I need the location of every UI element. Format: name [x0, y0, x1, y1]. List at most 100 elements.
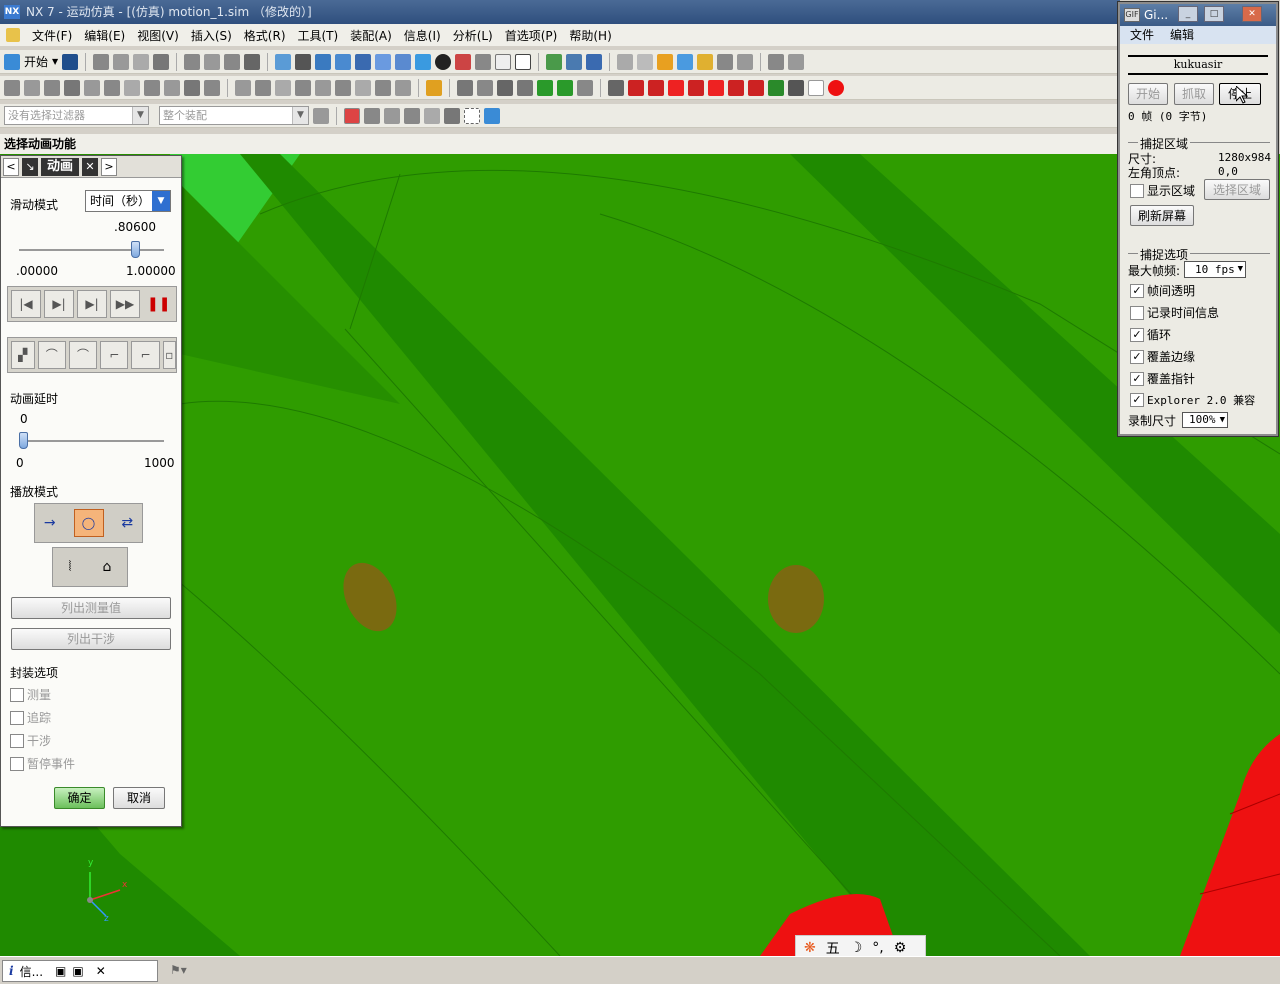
- menu-tools[interactable]: 工具(T): [298, 27, 339, 44]
- joint-icon[interactable]: [84, 79, 100, 96]
- restore-icon[interactable]: ▣: [55, 964, 66, 978]
- save-icon[interactable]: [62, 53, 79, 70]
- step-next-icon[interactable]: [688, 79, 704, 96]
- option-cover-cursor[interactable]: ✓ 覆盖指针: [1130, 370, 1195, 387]
- play-forward-icon[interactable]: ▶|: [77, 290, 107, 318]
- redo-icon[interactable]: [204, 53, 221, 70]
- fast-forward-icon[interactable]: [708, 79, 724, 96]
- trace-envelope-icon[interactable]: ⌂: [103, 559, 112, 575]
- export-icon[interactable]: [497, 79, 513, 96]
- delay-slider-thumb[interactable]: [19, 432, 28, 449]
- chevron-down-icon[interactable]: ▼: [1220, 413, 1225, 427]
- option-loop[interactable]: ✓ 循环: [1130, 326, 1171, 343]
- menu-info[interactable]: 信息(I): [404, 27, 441, 44]
- start-icon[interactable]: [4, 53, 20, 70]
- punctuation-icon[interactable]: °,: [872, 940, 883, 956]
- force-icon[interactable]: [235, 79, 251, 96]
- render-style-icon[interactable]: [435, 53, 452, 70]
- chevron-down-icon[interactable]: ▼: [132, 107, 148, 124]
- time-slider-thumb[interactable]: [131, 241, 141, 258]
- checkbox-checked[interactable]: ✓: [1130, 371, 1144, 386]
- visible-icon[interactable]: [586, 53, 603, 70]
- cancel-button[interactable]: 取消: [113, 787, 165, 809]
- spring-icon[interactable]: [124, 79, 140, 96]
- close-icon[interactable]: ✕: [96, 964, 106, 978]
- ime-mode[interactable]: 五: [826, 938, 840, 958]
- wireframe-icon[interactable]: [475, 53, 492, 70]
- chevron-down-icon[interactable]: ▼: [1238, 262, 1243, 277]
- measure-distance-icon[interactable]: [768, 53, 785, 70]
- view-cube-icon[interactable]: [415, 53, 432, 70]
- play-once-icon[interactable]: →: [44, 515, 56, 531]
- stop-icon[interactable]: [748, 79, 764, 96]
- move-layer-icon[interactable]: [566, 53, 583, 70]
- checkbox[interactable]: [10, 710, 24, 725]
- clear-icon[interactable]: [737, 53, 754, 70]
- chevron-down-icon[interactable]: ▼: [292, 107, 308, 124]
- record-size-select[interactable]: 100% ▼: [1182, 412, 1228, 428]
- show-area-option[interactable]: 显示区域: [1130, 182, 1195, 199]
- start-button[interactable]: 开始: [24, 53, 48, 70]
- reset-icon[interactable]: |◀: [11, 290, 41, 318]
- checkbox-checked[interactable]: ✓: [1130, 349, 1144, 364]
- light-icon[interactable]: [657, 53, 674, 70]
- menu-analysis[interactable]: 分析(L): [453, 27, 493, 44]
- ok-button[interactable]: 确定: [54, 787, 105, 809]
- emit-icon[interactable]: [677, 53, 694, 70]
- select-area-button[interactable]: 选择区域: [1204, 179, 1270, 200]
- snap-point-icon[interactable]: [617, 53, 634, 70]
- delete-icon[interactable]: [153, 53, 170, 70]
- graph-icon[interactable]: [477, 79, 493, 96]
- close-icon[interactable]: ✕: [1242, 6, 1262, 22]
- white-background-icon[interactable]: [515, 53, 532, 70]
- 3d-cube-icon[interactable]: [484, 107, 500, 124]
- filter-icon[interactable]: [717, 53, 734, 70]
- snap-end-icon[interactable]: [637, 53, 654, 70]
- bushing-icon[interactable]: [164, 79, 180, 96]
- export-icon[interactable]: ⌐: [131, 341, 160, 369]
- checkbox-checked[interactable]: ✓: [1130, 327, 1144, 342]
- play-icon[interactable]: [668, 79, 684, 96]
- explode-icon[interactable]: ⌒: [68, 341, 98, 369]
- loop-icon[interactable]: [577, 79, 593, 96]
- menu-view[interactable]: 视图(V): [137, 27, 179, 44]
- option-cover-border[interactable]: ✓ 覆盖边缘: [1130, 348, 1195, 365]
- trace-icon[interactable]: ⌒: [37, 341, 66, 369]
- stop-model-icon[interactable]: [517, 79, 533, 96]
- option-frame-transparency[interactable]: ✓ 帧间透明: [1130, 282, 1195, 299]
- option-interference[interactable]: 干涉: [10, 732, 51, 749]
- paste-icon[interactable]: [133, 53, 150, 70]
- graphics-viewport[interactable]: y x z: [0, 154, 1280, 956]
- master-model-icon[interactable]: [24, 79, 40, 96]
- function-icon[interactable]: [44, 79, 60, 96]
- info-window-tab[interactable]: i 信... ▣ ▣ ✕: [2, 960, 158, 982]
- record-motion-icon[interactable]: ⌐: [100, 341, 129, 369]
- camera-icon[interactable]: [395, 53, 412, 70]
- rectangle-select-icon[interactable]: [464, 107, 480, 124]
- checkbox[interactable]: [10, 756, 24, 771]
- chevron-down-icon[interactable]: ▼: [152, 191, 170, 211]
- select-feature-icon[interactable]: [404, 107, 420, 124]
- option-pause-event[interactable]: 暂停事件: [10, 755, 75, 772]
- snapshot-icon[interactable]: ▞: [11, 341, 35, 369]
- environment-icon[interactable]: [4, 79, 20, 96]
- toolbar-options-icon[interactable]: ⚑▾: [170, 963, 187, 977]
- repeat-icon[interactable]: [224, 53, 241, 70]
- step-back-icon[interactable]: [537, 79, 553, 96]
- close-icon[interactable]: ✕: [82, 157, 99, 176]
- moon-icon[interactable]: ☽: [850, 940, 863, 956]
- torque-icon[interactable]: [255, 79, 271, 96]
- layer-icon[interactable]: [546, 53, 563, 70]
- pin-icon[interactable]: ↘: [22, 157, 38, 176]
- menu-format[interactable]: 格式(R): [244, 27, 286, 44]
- chevron-left-icon[interactable]: <: [3, 157, 19, 176]
- checkbox[interactable]: [1130, 183, 1144, 198]
- export-movie-icon[interactable]: [808, 79, 824, 96]
- zoom-window-icon[interactable]: [295, 53, 312, 70]
- gear-icon[interactable]: ⚙: [894, 940, 907, 956]
- gif-menu-edit[interactable]: 编辑: [1170, 26, 1194, 44]
- trace-linkage-icon[interactable]: ⦚: [69, 559, 72, 575]
- step-forward-icon[interactable]: ▶|: [44, 290, 74, 318]
- undo-icon[interactable]: [184, 53, 201, 70]
- pan-icon[interactable]: [335, 53, 352, 70]
